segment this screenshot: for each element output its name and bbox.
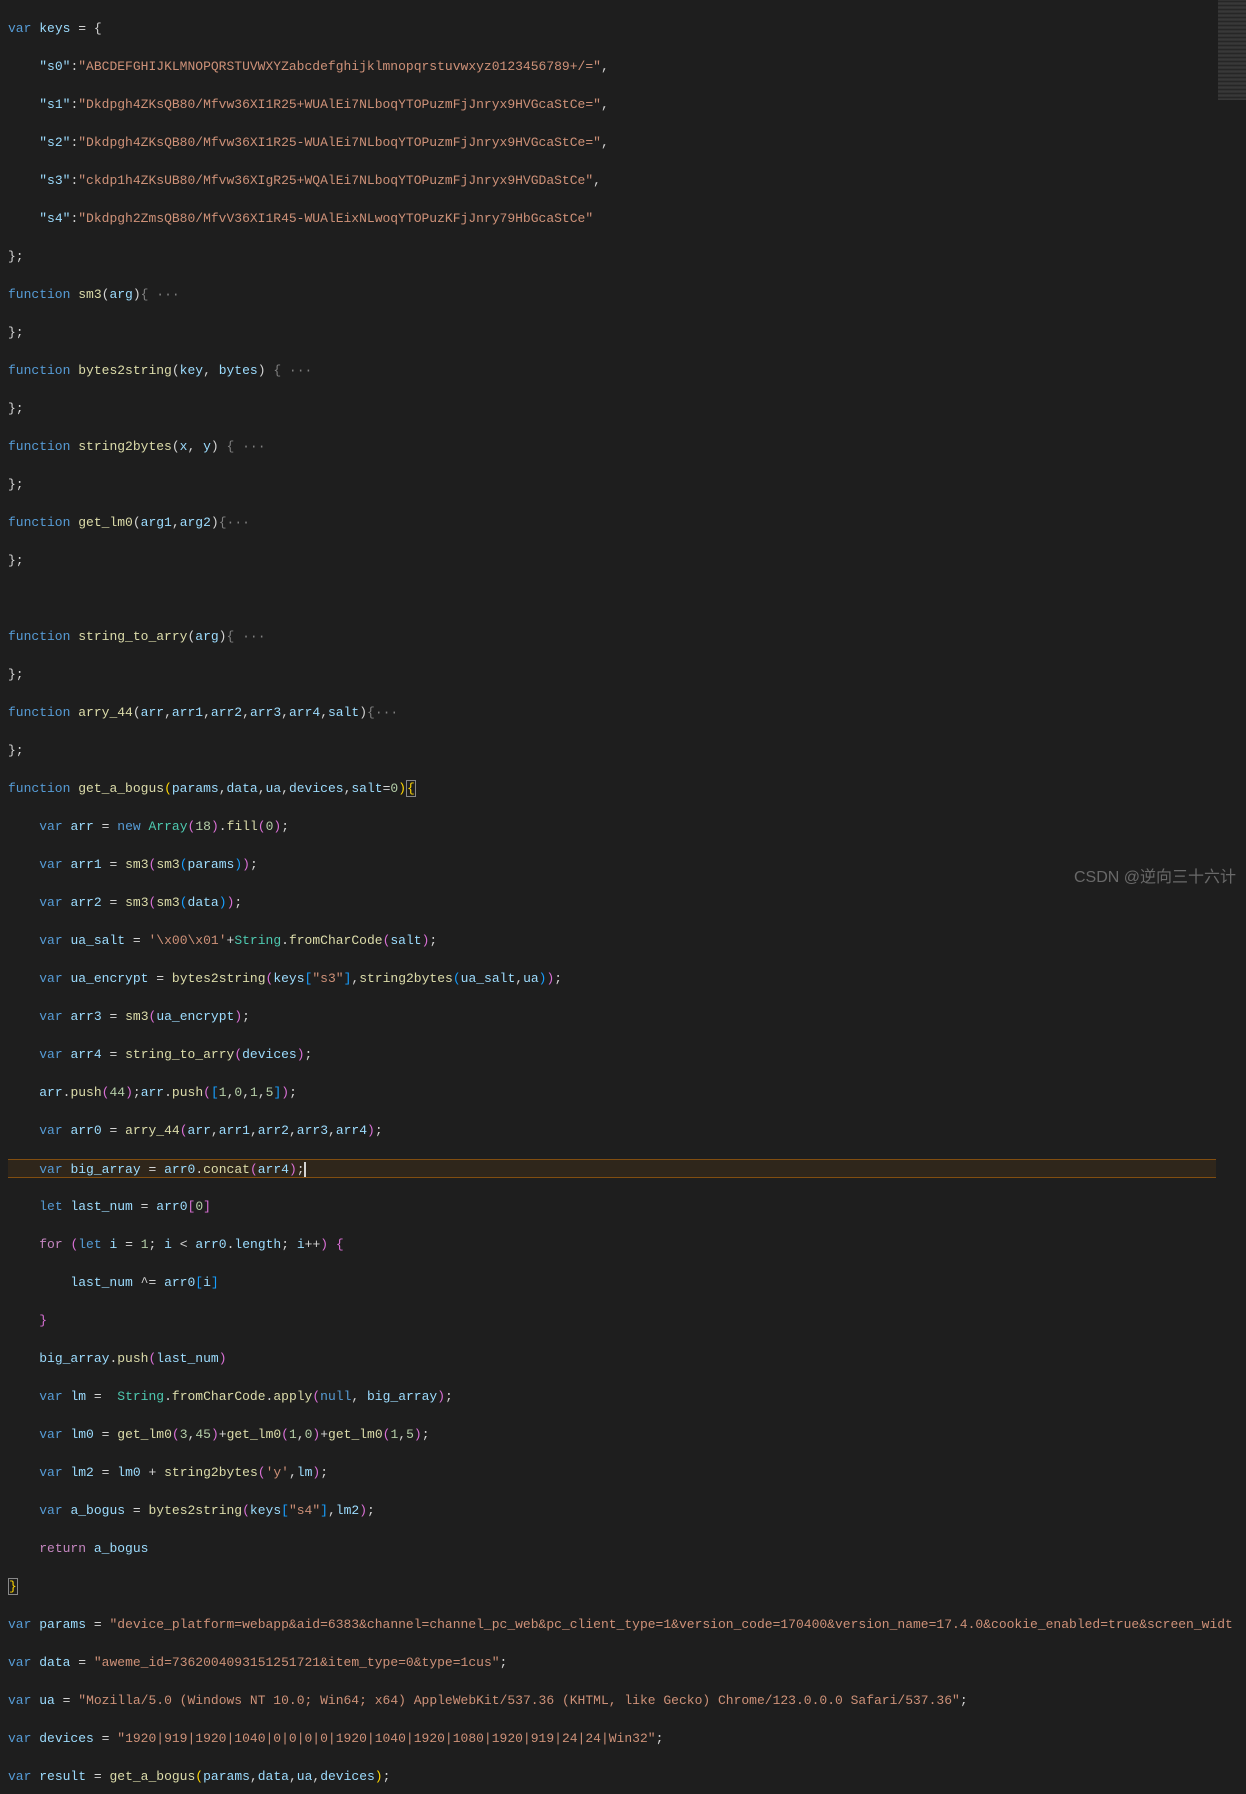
code-line: }; <box>8 247 1216 266</box>
code-line: var ua_encrypt = bytes2string(keys["s3"]… <box>8 969 1216 988</box>
code-line: }; <box>8 399 1216 418</box>
code-line: "s0":"ABCDEFGHIJKLMNOPQRSTUVWXYZabcdefgh… <box>8 57 1216 76</box>
code-line: var devices = "1920|919|1920|1040|0|0|0|… <box>8 1729 1216 1748</box>
code-line: var a_bogus = bytes2string(keys["s4"],lm… <box>8 1501 1216 1520</box>
code-line: function bytes2string(key, bytes) { ··· <box>8 361 1216 380</box>
code-line: }; <box>8 551 1216 570</box>
code-line: for (let i = 1; i < arr0.length; i++) { <box>8 1235 1216 1254</box>
code-line: }; <box>8 323 1216 342</box>
code-editor[interactable]: var keys = { "s0":"ABCDEFGHIJKLMNOPQRSTU… <box>0 0 1216 897</box>
code-line: var arr2 = sm3(sm3(data)); <box>8 893 1216 912</box>
code-line: function string2bytes(x, y) { ··· <box>8 437 1216 456</box>
code-line: var ua_salt = '\x00\x01'+String.fromChar… <box>8 931 1216 950</box>
code-line: arr.push(44);arr.push([1,0,1,5]); <box>8 1083 1216 1102</box>
code-line: "s2":"Dkdpgh4ZKsQB80/Mfvw36XI1R25-WUAlEi… <box>8 133 1216 152</box>
code-line: function sm3(arg){ ··· <box>8 285 1216 304</box>
code-line: var ua = "Mozilla/5.0 (Windows NT 10.0; … <box>8 1691 1216 1710</box>
code-line <box>8 589 1216 608</box>
code-line: big_array.push(last_num) <box>8 1349 1216 1368</box>
code-line: var arr4 = string_to_arry(devices); <box>8 1045 1216 1064</box>
code-line: return a_bogus <box>8 1539 1216 1558</box>
highlighted-line: var big_array = arr0.concat(arr4); <box>8 1159 1216 1178</box>
code-line: var params = "device_platform=webapp&aid… <box>8 1615 1216 1634</box>
minimap[interactable] <box>1218 0 1246 100</box>
code-line: function arry_44(arr,arr1,arr2,arr3,arr4… <box>8 703 1216 722</box>
code-line: }; <box>8 665 1216 684</box>
code-line: var result = get_a_bogus(params,data,ua,… <box>8 1767 1216 1786</box>
code-line: var arr1 = sm3(sm3(params)); <box>8 855 1216 874</box>
code-line: let last_num = arr0[0] <box>8 1197 1216 1216</box>
code-line: function get_a_bogus(params,data,ua,devi… <box>8 779 1216 798</box>
code-line: last_num ^= arr0[i] <box>8 1273 1216 1292</box>
code-line: var arr = new Array(18).fill(0); <box>8 817 1216 836</box>
code-line: var data = "aweme_id=7362004093151251721… <box>8 1653 1216 1672</box>
watermark: CSDN @逆向三十六计 <box>1074 868 1236 887</box>
code-line: "s3":"ckdp1h4ZKsUB80/Mfvw36XIgR25+WQAlEi… <box>8 171 1216 190</box>
code-line: "s4":"Dkdpgh2ZmsQB80/MfvV36XI1R45-WUAlEi… <box>8 209 1216 228</box>
code-line: var arr0 = arry_44(arr,arr1,arr2,arr3,ar… <box>8 1121 1216 1140</box>
code-line: } <box>8 1311 1216 1330</box>
code-line: var lm = String.fromCharCode.apply(null,… <box>8 1387 1216 1406</box>
code-line: function string_to_arry(arg){ ··· <box>8 627 1216 646</box>
code-line: var lm0 = get_lm0(3,45)+get_lm0(1,0)+get… <box>8 1425 1216 1444</box>
code-line: }; <box>8 741 1216 760</box>
code-line: "s1":"Dkdpgh4ZKsQB80/Mfvw36XI1R25+WUAlEi… <box>8 95 1216 114</box>
code-line: function get_lm0(arg1,arg2){··· <box>8 513 1216 532</box>
code-line: var lm2 = lm0 + string2bytes('y',lm); <box>8 1463 1216 1482</box>
code-line: } <box>8 1577 1216 1596</box>
code-line: }; <box>8 475 1216 494</box>
code-line: var keys = { <box>8 19 1216 38</box>
cursor <box>304 1162 306 1177</box>
code-line: var arr3 = sm3(ua_encrypt); <box>8 1007 1216 1026</box>
